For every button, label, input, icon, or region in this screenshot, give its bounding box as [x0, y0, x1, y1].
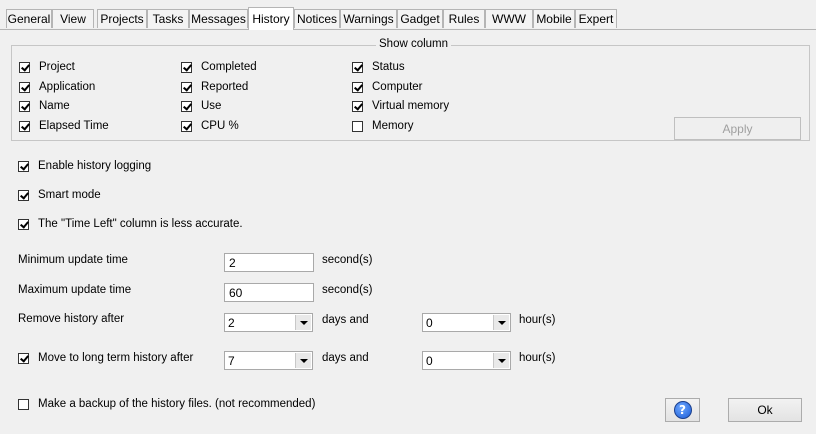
long-term-days-unit: days and: [322, 352, 369, 364]
chevron-down-icon[interactable]: [493, 315, 509, 330]
remove-history-days-select[interactable]: 2: [224, 313, 313, 332]
apply-button[interactable]: Apply: [674, 117, 801, 140]
tab-notices[interactable]: Notices: [294, 9, 340, 28]
checkbox-box[interactable]: [352, 100, 363, 112]
checkbox-box[interactable]: [352, 81, 363, 93]
checkbox-box[interactable]: [19, 100, 30, 112]
long-term-history-checkbox[interactable]: Move to long term history after: [18, 352, 193, 364]
show-elapsed-time-checkbox[interactable]: Elapsed Time: [19, 120, 109, 132]
checkbox-box[interactable]: [352, 61, 363, 73]
show-name-checkbox[interactable]: Name: [19, 100, 70, 112]
checkbox-box[interactable]: [18, 352, 29, 364]
show-computer-checkbox[interactable]: Computer: [352, 81, 423, 93]
show-application-checkbox[interactable]: Application: [19, 81, 95, 93]
min-update-input[interactable]: [224, 253, 314, 272]
remove-history-days-unit: days and: [322, 314, 369, 326]
long-term-hours-unit: hour(s): [519, 352, 556, 364]
long-term-days-select[interactable]: 7: [224, 351, 313, 370]
checkbox-box[interactable]: [18, 189, 29, 201]
tab-rules[interactable]: Rules: [443, 9, 485, 28]
show-cpu-checkbox[interactable]: CPU %: [181, 120, 239, 132]
history-panel: Show column Project Application Name Ela…: [2, 30, 814, 434]
show-use-checkbox[interactable]: Use: [181, 100, 221, 112]
checkbox-box[interactable]: [181, 120, 192, 132]
show-column-group: Show column Project Application Name Ela…: [11, 38, 810, 141]
long-term-hours-select[interactable]: 0: [422, 351, 511, 370]
checkbox-box[interactable]: [18, 398, 29, 410]
checkbox-box[interactable]: [19, 81, 30, 93]
tab-general[interactable]: General: [6, 9, 52, 28]
show-reported-checkbox[interactable]: Reported: [181, 81, 248, 93]
max-update-label: Maximum update time: [18, 284, 132, 296]
min-update-unit: second(s): [322, 254, 373, 266]
tab-warnings[interactable]: Warnings: [340, 9, 397, 28]
checkbox-box[interactable]: [181, 81, 192, 93]
tab-projects[interactable]: Projects: [97, 9, 147, 28]
show-column-title: Show column: [376, 38, 452, 50]
tab-tasks[interactable]: Tasks: [147, 9, 189, 28]
enable-history-logging-checkbox[interactable]: Enable history logging: [18, 160, 151, 172]
chevron-down-icon[interactable]: [493, 353, 509, 368]
chevron-down-icon[interactable]: [295, 353, 311, 368]
checkbox-box[interactable]: [19, 120, 30, 132]
show-project-checkbox[interactable]: Project: [19, 61, 75, 73]
show-virtual-memory-checkbox[interactable]: Virtual memory: [352, 100, 449, 112]
max-update-unit: second(s): [322, 284, 373, 296]
tab-mobile[interactable]: Mobile: [533, 9, 575, 28]
chevron-down-icon[interactable]: [295, 315, 311, 330]
remove-history-hours-select[interactable]: 0: [422, 313, 511, 332]
remove-history-label: Remove history after: [18, 313, 125, 325]
checkbox-box[interactable]: [352, 120, 363, 132]
checkbox-box[interactable]: [181, 100, 192, 112]
tab-messages[interactable]: Messages: [189, 9, 248, 28]
tab-expert[interactable]: Expert: [575, 9, 617, 28]
remove-history-hours-unit: hour(s): [519, 314, 556, 326]
tab-view[interactable]: View: [52, 9, 94, 28]
show-status-checkbox[interactable]: Status: [352, 61, 405, 73]
tab-history[interactable]: History: [248, 7, 294, 30]
max-update-input[interactable]: [224, 283, 314, 302]
ok-button[interactable]: Ok: [728, 398, 802, 422]
show-completed-checkbox[interactable]: Completed: [181, 61, 257, 73]
help-button[interactable]: ?: [665, 398, 700, 422]
checkbox-box[interactable]: [18, 160, 29, 172]
time-left-checkbox[interactable]: The "Time Left" column is less accurate.: [18, 218, 243, 230]
show-memory-checkbox[interactable]: Memory: [352, 120, 414, 132]
smart-mode-checkbox[interactable]: Smart mode: [18, 189, 101, 201]
min-update-label: Minimum update time: [18, 254, 128, 266]
tab-gadget[interactable]: Gadget: [397, 9, 443, 28]
question-mark-icon: ?: [673, 401, 692, 419]
checkbox-box[interactable]: [19, 61, 30, 73]
checkbox-box[interactable]: [18, 218, 29, 230]
checkbox-box[interactable]: [181, 61, 192, 73]
tab-www[interactable]: WWW: [485, 9, 533, 28]
backup-history-checkbox[interactable]: Make a backup of the history files. (not…: [18, 398, 315, 410]
tab-bar: General View Projects Tasks Messages His…: [0, 0, 816, 30]
